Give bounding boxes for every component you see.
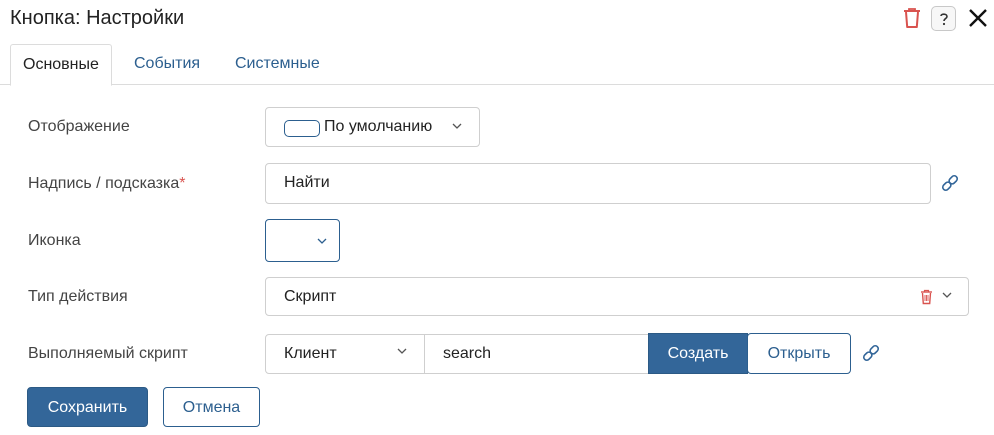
- action-type-label: Тип действия: [28, 288, 128, 305]
- link-icon[interactable]: [861, 343, 881, 363]
- help-icon[interactable]: [931, 6, 956, 31]
- display-label: Отображение: [28, 118, 130, 135]
- create-script-button[interactable]: Создать: [648, 333, 748, 374]
- dialog-title: Кнопка: Настройки: [10, 7, 185, 29]
- script-side-value: Клиент: [284, 345, 337, 362]
- chevron-down-icon: [942, 292, 952, 298]
- link-icon[interactable]: [940, 173, 960, 193]
- action-type-select[interactable]: Скрипт: [265, 277, 969, 316]
- chevron-down-icon: [317, 238, 327, 244]
- trash-icon[interactable]: [903, 7, 921, 29]
- script-name-value: search: [443, 345, 492, 362]
- save-button[interactable]: Сохранить: [27, 387, 148, 427]
- close-icon[interactable]: [967, 7, 989, 29]
- tab-main[interactable]: Основные: [10, 44, 112, 86]
- caption-label-text: Надпись / подсказка: [28, 175, 180, 192]
- required-mark: *: [179, 175, 186, 192]
- open-script-button[interactable]: Открыть: [747, 333, 851, 374]
- display-value: По умолчанию: [324, 118, 433, 135]
- icon-select[interactable]: [265, 219, 340, 262]
- icon-label: Иконка: [28, 232, 81, 249]
- display-select[interactable]: По умолчанию: [265, 107, 480, 147]
- caption-input[interactable]: Найти: [265, 163, 931, 204]
- chevron-down-icon: [397, 348, 407, 354]
- tab-bar: Основные События Системные: [0, 44, 994, 86]
- tab-events[interactable]: События: [122, 44, 212, 85]
- action-type-value: Скрипт: [284, 288, 337, 305]
- script-side-select[interactable]: Клиент: [265, 334, 425, 374]
- trash-icon[interactable]: [920, 289, 933, 305]
- tab-system[interactable]: Системные: [223, 44, 332, 85]
- script-label: Выполняемый скрипт: [28, 345, 188, 362]
- caption-label: Надпись / подсказка*: [28, 174, 186, 194]
- script-name-input[interactable]: search: [424, 334, 650, 374]
- color-swatch: [284, 120, 320, 137]
- caption-value: Найти: [284, 174, 330, 191]
- chevron-down-icon: [452, 123, 462, 129]
- cancel-button[interactable]: Отмена: [163, 387, 260, 427]
